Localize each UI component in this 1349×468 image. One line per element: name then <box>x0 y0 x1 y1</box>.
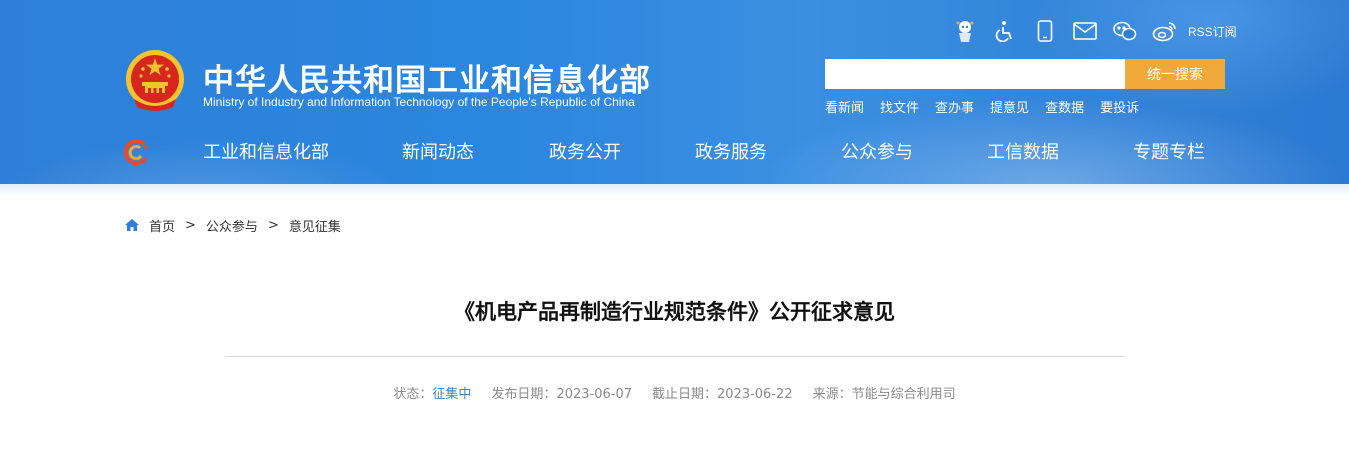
national-emblem-icon[interactable] <box>124 49 186 113</box>
title-divider <box>225 356 1125 357</box>
deadline-label: 截止日期： <box>652 387 718 402</box>
mobile-icon[interactable] <box>1032 18 1058 44</box>
article-meta: 状态：征集中 发布日期：2023-06-07 截止日期：2023-06-22 来… <box>0 383 1349 402</box>
status-label: 状态： <box>393 387 433 402</box>
nav-item-public-participation[interactable]: 公众参与 <box>841 138 913 164</box>
nav-item-miit-data[interactable]: 工信数据 <box>987 138 1059 164</box>
header-bottom-strip <box>0 184 1349 196</box>
nav-item-government-services[interactable]: 政务服务 <box>695 138 767 164</box>
nav-item-miit[interactable]: 工业和信息化部 <box>203 138 329 164</box>
nav-item-news[interactable]: 新闻动态 <box>402 138 474 164</box>
publish-date-field: 发布日期：2023-06-07 <box>491 383 632 402</box>
publish-date-label: 发布日期： <box>491 387 557 402</box>
deadline-value: 2023-06-22 <box>717 387 793 402</box>
quick-link-services[interactable]: 查办事 <box>935 97 974 116</box>
nav-item-government-affairs[interactable]: 政务公开 <box>549 138 621 164</box>
main-navigation: 工业和信息化部 新闻动态 政务公开 政务服务 公众参与 工信数据 专题专栏 <box>203 138 1213 166</box>
deadline-field: 截止日期：2023-06-22 <box>652 383 793 402</box>
site-title[interactable]: 中华人民共和国工业和信息化部 <box>203 55 651 100</box>
status-field: 状态：征集中 <box>393 383 471 402</box>
breadcrumb-opinion-collection[interactable]: 意见征集 <box>289 216 341 235</box>
breadcrumb: 首页 > 公众参与 > 意见征集 <box>124 216 341 235</box>
weibo-icon[interactable] <box>1152 18 1178 44</box>
quick-link-data[interactable]: 查数据 <box>1045 97 1084 116</box>
publish-date-value: 2023-06-07 <box>556 387 632 402</box>
search-button[interactable]: 统一搜索 <box>1125 59 1225 89</box>
breadcrumb-public-participation[interactable]: 公众参与 <box>206 216 258 235</box>
nav-item-special-topics[interactable]: 专题专栏 <box>1133 138 1205 164</box>
miit-logo-icon[interactable] <box>122 139 150 165</box>
robot-assistant-icon[interactable] <box>952 18 978 44</box>
breadcrumb-separator: > <box>267 217 279 233</box>
breadcrumb-home[interactable]: 首页 <box>149 216 175 235</box>
header-toolbar: RSS订阅 <box>952 18 1237 44</box>
wechat-icon[interactable] <box>1112 18 1138 44</box>
source-value: 节能与综合利用司 <box>851 387 956 402</box>
quick-link-news[interactable]: 看新闻 <box>825 97 864 116</box>
article-title: 《机电产品再制造行业规范条件》公开征求意见 <box>454 300 895 324</box>
quick-link-documents[interactable]: 找文件 <box>880 97 919 116</box>
site-subtitle: Ministry of Industry and Information Tec… <box>203 95 635 109</box>
accessibility-icon[interactable] <box>992 18 1018 44</box>
quick-link-complaint[interactable]: 要投诉 <box>1100 97 1139 116</box>
status-badge: 征集中 <box>432 387 472 402</box>
source-label: 来源： <box>812 387 852 402</box>
source-field: 来源：节能与综合利用司 <box>813 383 956 402</box>
mail-icon[interactable] <box>1072 18 1098 44</box>
breadcrumb-separator: > <box>185 217 196 233</box>
home-icon[interactable] <box>124 218 140 232</box>
search-input[interactable] <box>825 59 1125 89</box>
quick-link-feedback[interactable]: 提意见 <box>990 97 1029 116</box>
rss-subscribe-link[interactable]: RSS订阅 <box>1188 23 1237 40</box>
site-header: 中华人民共和国工业和信息化部 Ministry of Industry and … <box>0 0 1349 184</box>
quick-links: 看新闻 找文件 查办事 提意见 查数据 要投诉 <box>825 97 1155 116</box>
